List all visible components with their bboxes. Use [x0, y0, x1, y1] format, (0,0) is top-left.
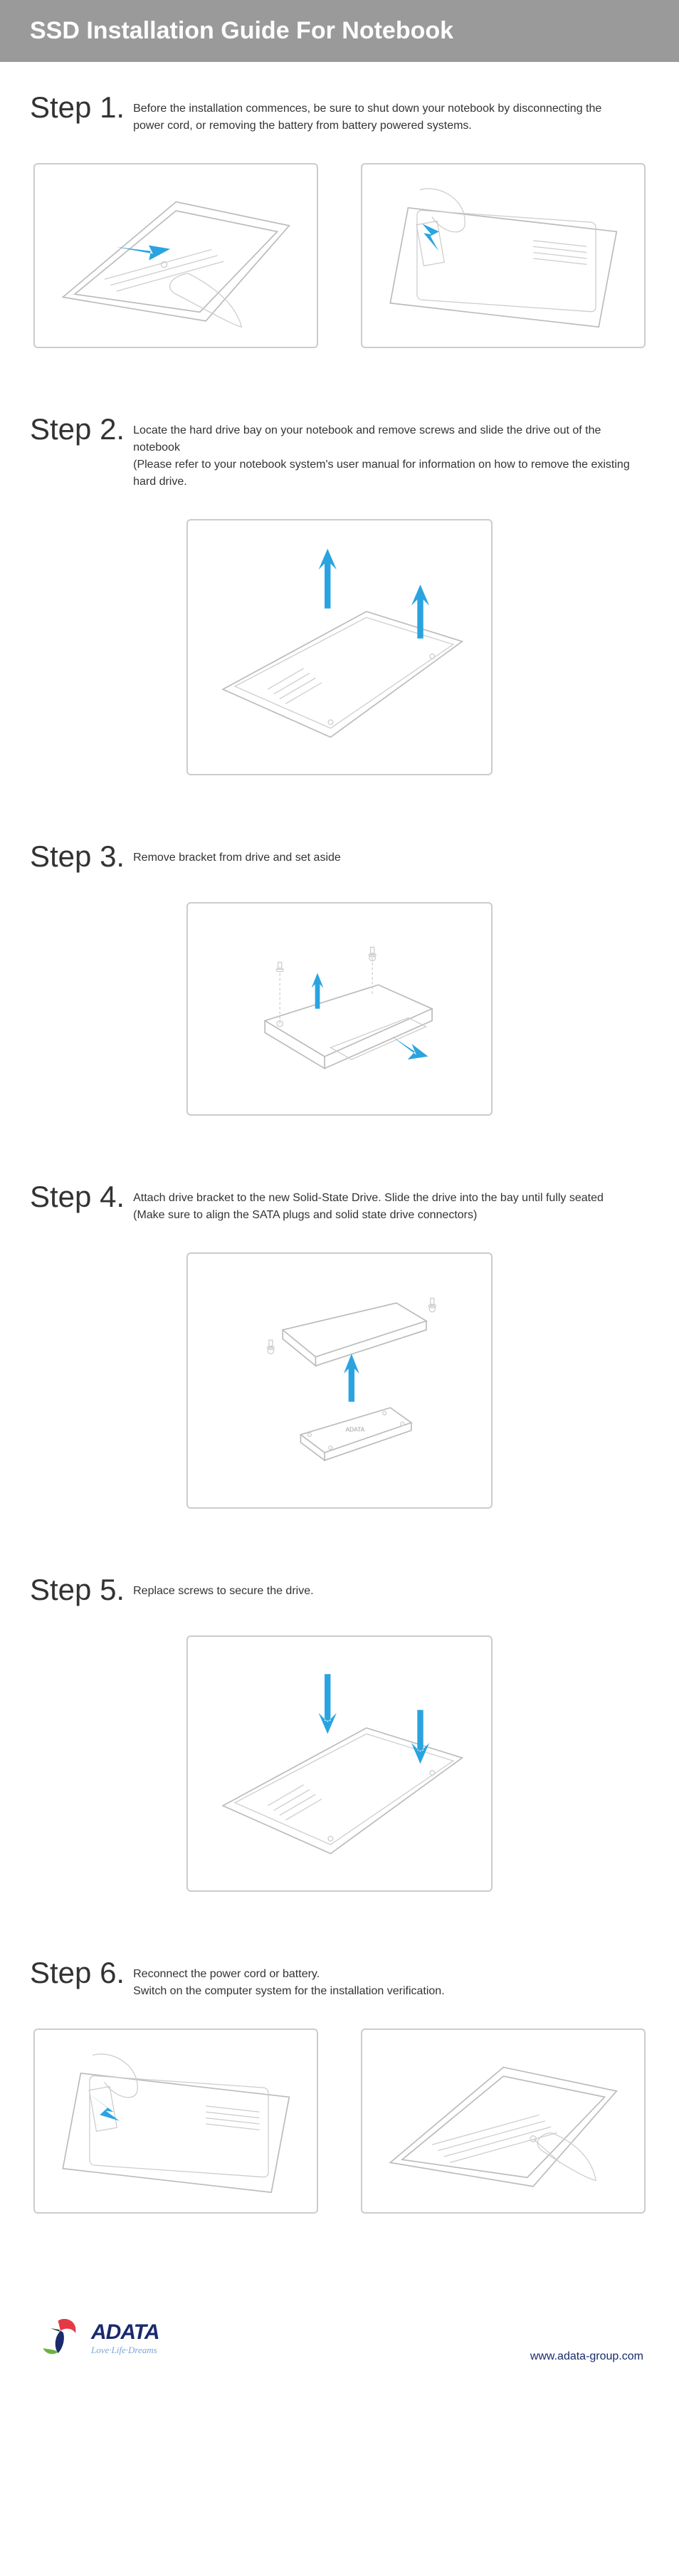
footer: ADATA Love·Life·Dreams www.adata-group.c…: [0, 2292, 679, 2392]
step-6: Step 6. Reconnect the power cord or batt…: [30, 1956, 649, 2214]
brand-logo: ADATA Love·Life·Dreams: [36, 2313, 159, 2363]
brand-tagline: Love·Life·Dreams: [91, 2345, 159, 2356]
step-text: Replace screws to secure the drive.: [133, 1573, 313, 1600]
step-head: Step 5. Replace screws to secure the dri…: [30, 1573, 649, 1607]
illustration-step6-b: [361, 2028, 646, 2214]
step-3: Step 3. Remove bracket from drive and se…: [30, 839, 649, 1116]
step-text: Locate the hard drive bay on your notebo…: [133, 412, 631, 491]
step-4: Step 4. Attach drive bracket to the new …: [30, 1180, 649, 1509]
step-head: Step 6. Reconnect the power cord or batt…: [30, 1956, 649, 2000]
footer-url: www.adata-group.com: [530, 2350, 643, 2363]
illustration-step1-b: [361, 163, 646, 348]
step-label: Step 2.: [30, 412, 125, 446]
content: Step 1. Before the installation commence…: [0, 62, 679, 2292]
page-header: SSD Installation Guide For Notebook: [0, 0, 679, 62]
illustration-step3: [186, 902, 493, 1116]
illustration-step2: [186, 519, 493, 775]
step-label: Step 4.: [30, 1180, 125, 1214]
step-text: Attach drive bracket to the new Solid-St…: [133, 1180, 631, 1224]
illustration-step5: [186, 1635, 493, 1892]
step-2: Step 2. Locate the hard drive bay on you…: [30, 412, 649, 775]
step-1: Step 1. Before the installation commence…: [30, 90, 649, 348]
step-text: Before the installation commences, be su…: [133, 90, 631, 135]
illustration-step4: ADATA: [186, 1252, 493, 1509]
step-head: Step 2. Locate the hard drive bay on you…: [30, 412, 649, 491]
step-label: Step 3.: [30, 839, 125, 874]
step-text: Reconnect the power cord or battery. Swi…: [133, 1956, 445, 2000]
illustration-step1-a: [33, 163, 318, 348]
illustration-step6-a: [33, 2028, 318, 2214]
hummingbird-icon: [36, 2313, 85, 2363]
step-head: Step 4. Attach drive bracket to the new …: [30, 1180, 649, 1224]
step-label: Step 6.: [30, 1956, 125, 1990]
step-head: Step 3. Remove bracket from drive and se…: [30, 839, 649, 874]
step-label: Step 5.: [30, 1573, 125, 1607]
svg-text:ADATA: ADATA: [345, 1425, 364, 1433]
brand-name: ADATA: [91, 2320, 159, 2345]
step-5: Step 5. Replace screws to secure the dri…: [30, 1573, 649, 1892]
step-label: Step 1.: [30, 90, 125, 125]
step-text: Remove bracket from drive and set aside: [133, 839, 341, 866]
page-title: SSD Installation Guide For Notebook: [30, 17, 453, 44]
step-head: Step 1. Before the installation commence…: [30, 90, 649, 135]
